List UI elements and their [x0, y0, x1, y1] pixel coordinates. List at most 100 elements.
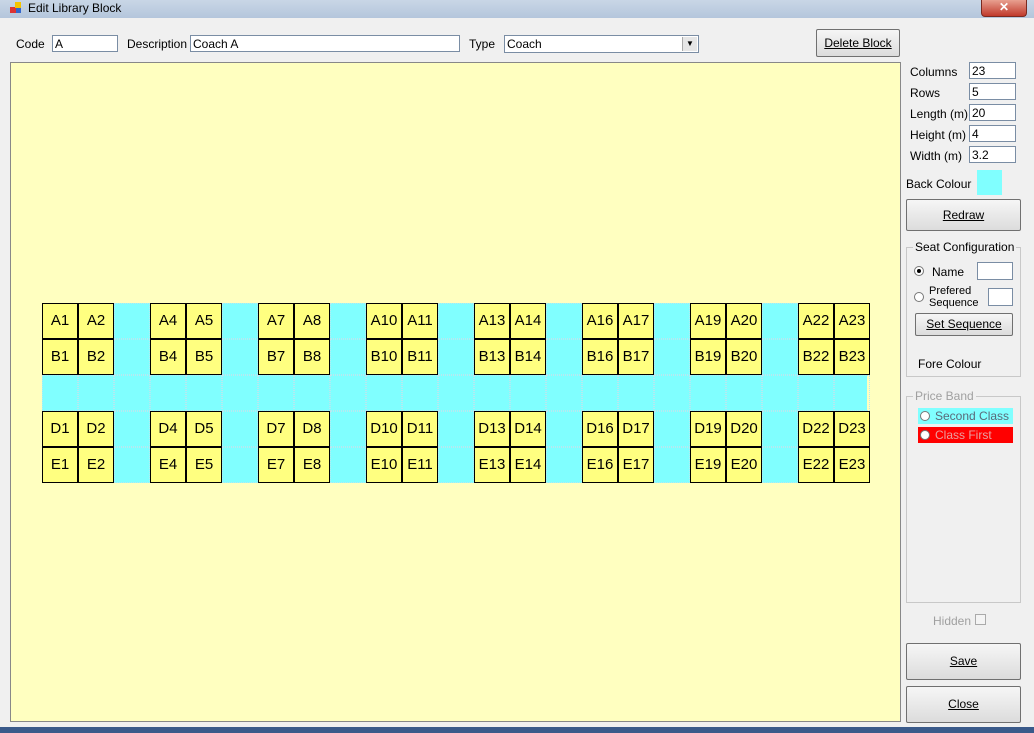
seat-b7[interactable]: B7: [258, 339, 294, 375]
name-radio[interactable]: [914, 266, 924, 276]
redraw-button[interactable]: Redraw: [906, 199, 1021, 231]
aisle-cell[interactable]: [546, 375, 582, 411]
seat-d10[interactable]: D10: [366, 411, 402, 447]
aisle-cell[interactable]: [438, 303, 474, 339]
rows-input[interactable]: 5: [969, 83, 1016, 100]
aisle-cell[interactable]: [330, 303, 366, 339]
aisle-cell[interactable]: [762, 447, 798, 483]
name-input[interactable]: [977, 262, 1013, 280]
aisle-cell[interactable]: [438, 411, 474, 447]
aisle-cell[interactable]: [438, 375, 474, 411]
seat-b19[interactable]: B19: [690, 339, 726, 375]
seat-a4[interactable]: A4: [150, 303, 186, 339]
set-sequence-button[interactable]: Set Sequence: [915, 313, 1013, 336]
aisle-cell[interactable]: [654, 411, 690, 447]
aisle-cell[interactable]: [114, 411, 150, 447]
seat-e17[interactable]: E17: [618, 447, 654, 483]
seat-e16[interactable]: E16: [582, 447, 618, 483]
aisle-cell[interactable]: [654, 339, 690, 375]
seat-a20[interactable]: A20: [726, 303, 762, 339]
width-input[interactable]: 3.2: [969, 146, 1016, 163]
delete-block-button[interactable]: Delete Block: [816, 29, 900, 57]
prefered-sequence-radio[interactable]: [914, 292, 924, 302]
seat-b16[interactable]: B16: [582, 339, 618, 375]
aisle-cell[interactable]: [366, 375, 402, 411]
seat-e22[interactable]: E22: [798, 447, 834, 483]
aisle-cell[interactable]: [114, 339, 150, 375]
aisle-cell[interactable]: [42, 375, 78, 411]
aisle-cell[interactable]: [78, 375, 114, 411]
seat-d19[interactable]: D19: [690, 411, 726, 447]
window-close-button[interactable]: ✕: [981, 0, 1027, 17]
type-select[interactable]: Coach ▼: [504, 35, 699, 53]
seat-e2[interactable]: E2: [78, 447, 114, 483]
seat-a16[interactable]: A16: [582, 303, 618, 339]
aisle-cell[interactable]: [150, 375, 186, 411]
seat-a1[interactable]: A1: [42, 303, 78, 339]
aisle-cell[interactable]: [762, 303, 798, 339]
class-first-radio[interactable]: [920, 430, 930, 440]
seat-b2[interactable]: B2: [78, 339, 114, 375]
aisle-cell[interactable]: [546, 339, 582, 375]
height-input[interactable]: 4: [969, 125, 1016, 142]
seat-d5[interactable]: D5: [186, 411, 222, 447]
seat-d7[interactable]: D7: [258, 411, 294, 447]
seat-e5[interactable]: E5: [186, 447, 222, 483]
close-button[interactable]: Close: [906, 686, 1021, 723]
seat-a14[interactable]: A14: [510, 303, 546, 339]
seat-d11[interactable]: D11: [402, 411, 438, 447]
columns-input[interactable]: 23: [969, 62, 1016, 79]
seat-e23[interactable]: E23: [834, 447, 870, 483]
seat-e4[interactable]: E4: [150, 447, 186, 483]
aisle-cell[interactable]: [618, 375, 654, 411]
seat-b13[interactable]: B13: [474, 339, 510, 375]
seat-a23[interactable]: A23: [834, 303, 870, 339]
seat-d16[interactable]: D16: [582, 411, 618, 447]
aisle-cell[interactable]: [690, 375, 726, 411]
back-colour-swatch[interactable]: [977, 170, 1002, 195]
seat-e7[interactable]: E7: [258, 447, 294, 483]
seat-a22[interactable]: A22: [798, 303, 834, 339]
aisle-cell[interactable]: [222, 375, 258, 411]
second-class-radio[interactable]: [920, 411, 930, 421]
seat-d2[interactable]: D2: [78, 411, 114, 447]
aisle-cell[interactable]: [330, 447, 366, 483]
seat-b23[interactable]: B23: [834, 339, 870, 375]
aisle-cell[interactable]: [834, 375, 870, 411]
aisle-cell[interactable]: [402, 375, 438, 411]
seat-e20[interactable]: E20: [726, 447, 762, 483]
aisle-cell[interactable]: [330, 375, 366, 411]
aisle-cell[interactable]: [330, 411, 366, 447]
seat-b14[interactable]: B14: [510, 339, 546, 375]
aisle-cell[interactable]: [546, 303, 582, 339]
aisle-cell[interactable]: [654, 375, 690, 411]
seat-a19[interactable]: A19: [690, 303, 726, 339]
seat-a7[interactable]: A7: [258, 303, 294, 339]
aisle-cell[interactable]: [222, 303, 258, 339]
aisle-cell[interactable]: [582, 375, 618, 411]
aisle-cell[interactable]: [798, 375, 834, 411]
seat-d17[interactable]: D17: [618, 411, 654, 447]
seat-d20[interactable]: D20: [726, 411, 762, 447]
aisle-cell[interactable]: [546, 411, 582, 447]
aisle-cell[interactable]: [330, 339, 366, 375]
price-band-option-class-first[interactable]: Class First: [918, 427, 1013, 443]
aisle-cell[interactable]: [438, 339, 474, 375]
aisle-cell[interactable]: [726, 375, 762, 411]
seat-b8[interactable]: B8: [294, 339, 330, 375]
aisle-cell[interactable]: [762, 339, 798, 375]
seat-a2[interactable]: A2: [78, 303, 114, 339]
aisle-cell[interactable]: [258, 375, 294, 411]
aisle-cell[interactable]: [114, 375, 150, 411]
seat-e13[interactable]: E13: [474, 447, 510, 483]
seat-b10[interactable]: B10: [366, 339, 402, 375]
seat-b5[interactable]: B5: [186, 339, 222, 375]
hidden-checkbox[interactable]: [975, 614, 986, 625]
aisle-cell[interactable]: [762, 375, 798, 411]
seat-b11[interactable]: B11: [402, 339, 438, 375]
aisle-cell[interactable]: [222, 339, 258, 375]
aisle-cell[interactable]: [222, 411, 258, 447]
seat-b20[interactable]: B20: [726, 339, 762, 375]
seat-e14[interactable]: E14: [510, 447, 546, 483]
seat-a13[interactable]: A13: [474, 303, 510, 339]
